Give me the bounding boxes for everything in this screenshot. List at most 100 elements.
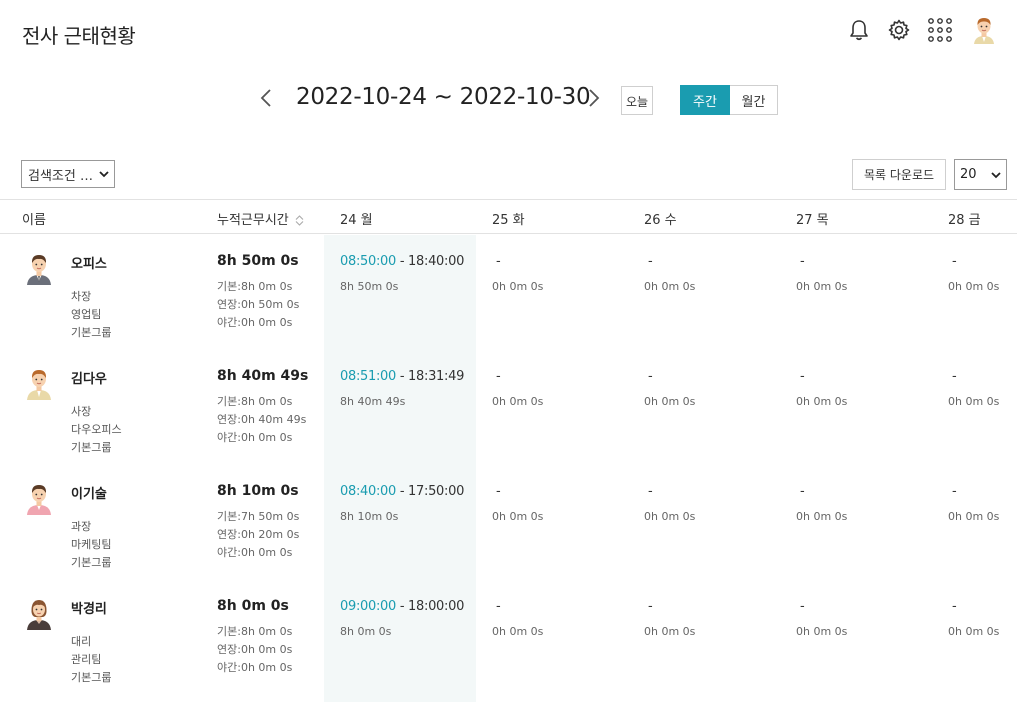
- clock-in-time: 08:51:00: [340, 369, 396, 384]
- employee-name: 김다우: [71, 372, 107, 387]
- day-duration: 0h 0m 0s: [796, 510, 848, 523]
- overtime: 연장:0h 0m 0s: [217, 643, 293, 656]
- column-header-total[interactable]: 누적근무시간: [217, 209, 304, 228]
- header-actions: [847, 14, 999, 46]
- clock-out-time: - 18:40:00: [396, 254, 465, 269]
- avatar: [22, 481, 56, 515]
- chevron-right-icon: [589, 89, 600, 107]
- overtime: 연장:0h 50m 0s: [217, 298, 300, 311]
- column-header-day: 25 화: [492, 213, 525, 228]
- page-title: 전사 근태현황: [22, 24, 136, 48]
- day-duration: 0h 0m 0s: [796, 395, 848, 408]
- total-work-time: 8h 0m 0s: [217, 598, 289, 614]
- day-time-range: 09:00:00 - 18:00:00: [340, 599, 464, 614]
- table-row[interactable]: 이기술 과장 마케팅팀 기본그룹 8h 10m 0s 기본:7h 50m 0s …: [0, 465, 1017, 580]
- employee-department: 관리팀: [71, 653, 102, 666]
- month-view-button[interactable]: 월간: [730, 85, 778, 115]
- list-download-button[interactable]: 목록 다운로드: [852, 159, 946, 190]
- day-duration: 0h 0m 0s: [644, 625, 696, 638]
- employee-department: 다우오피스: [71, 423, 122, 436]
- employee-name: 오피스: [71, 257, 107, 272]
- employee-title: 사장: [71, 405, 92, 418]
- column-header-day: 28 금: [948, 213, 981, 228]
- column-header-total-label: 누적근무시간: [217, 213, 289, 228]
- night-time: 야간:0h 0m 0s: [217, 661, 293, 674]
- day-duration: 0h 0m 0s: [948, 395, 1000, 408]
- day-duration: 0h 0m 0s: [796, 280, 848, 293]
- overtime: 연장:0h 40m 49s: [217, 413, 307, 426]
- employee-department: 마케팅팀: [71, 538, 112, 551]
- day-duration: 0h 0m 0s: [948, 280, 1000, 293]
- day-time-range: -: [648, 369, 653, 384]
- day-time-range: 08:51:00 - 18:31:49: [340, 369, 464, 384]
- night-time: 야간:0h 0m 0s: [217, 431, 293, 444]
- day-time-range: -: [952, 484, 957, 499]
- employee-name: 이기술: [71, 487, 107, 502]
- prev-week-button[interactable]: [256, 86, 276, 110]
- view-toggle: 주간 월간: [680, 85, 778, 115]
- total-work-time: 8h 40m 49s: [217, 368, 309, 384]
- search-condition-select[interactable]: 검색조건 …: [21, 160, 115, 188]
- chevron-down-icon: [991, 172, 1001, 179]
- clock-in-time: 09:00:00: [340, 599, 396, 614]
- day-time-range: -: [800, 484, 805, 499]
- table-row[interactable]: 박경리 대리 관리팀 기본그룹 8h 0m 0s 기본:8h 0m 0s 연장:…: [0, 580, 1017, 695]
- day-duration: 0h 0m 0s: [492, 395, 544, 408]
- table-row[interactable]: 김다우 사장 다우오피스 기본그룹 8h 40m 49s 기본:8h 0m 0s…: [0, 350, 1017, 465]
- day-duration: 0h 0m 0s: [492, 510, 544, 523]
- basic-time: 기본:8h 0m 0s: [217, 280, 293, 293]
- night-time: 야간:0h 0m 0s: [217, 546, 293, 559]
- clock-in-time: 08:50:00: [340, 254, 396, 269]
- chevron-left-icon: [260, 89, 271, 107]
- page-size-value: 20: [960, 167, 977, 182]
- search-condition-label: 검색조건 …: [28, 168, 93, 184]
- table-header: 이름 누적근무시간 24 월 25 화 26 수 27 목 28 금: [0, 199, 1017, 234]
- day-duration: 8h 10m 0s: [340, 510, 399, 523]
- day-duration: 8h 40m 49s: [340, 395, 406, 408]
- employee-group: 기본그룹: [71, 556, 112, 569]
- day-time-range: 08:40:00 - 17:50:00: [340, 484, 464, 499]
- chevron-down-icon: [99, 171, 109, 178]
- column-header-name: 이름: [22, 213, 46, 228]
- employee-department: 영업팀: [71, 308, 102, 321]
- day-duration: 8h 0m 0s: [340, 625, 392, 638]
- table-row[interactable]: 오피스 차장 영업팀 기본그룹 8h 50m 0s 기본:8h 0m 0s 연장…: [0, 235, 1017, 350]
- employee-title: 대리: [71, 635, 92, 648]
- day-time-range: -: [952, 599, 957, 614]
- employee-group: 기본그룹: [71, 671, 112, 684]
- day-time-range: -: [800, 599, 805, 614]
- date-navigation: 2022-10-24 ~ 2022-10-30: [0, 84, 1017, 116]
- basic-time: 기본:7h 50m 0s: [217, 510, 300, 523]
- day-time-range: -: [952, 369, 957, 384]
- column-header-day: 26 수: [644, 213, 677, 228]
- clock-out-time: - 17:50:00: [396, 484, 465, 499]
- week-view-button[interactable]: 주간: [680, 85, 730, 115]
- clock-out-time: - 18:31:49: [396, 369, 465, 384]
- apps-grid-icon[interactable]: [927, 14, 953, 46]
- day-time-range: -: [648, 599, 653, 614]
- clock-out-time: - 18:00:00: [396, 599, 465, 614]
- day-time-range: -: [648, 254, 653, 269]
- page-size-select[interactable]: 20: [954, 159, 1007, 190]
- employee-group: 기본그룹: [71, 441, 112, 454]
- total-work-time: 8h 50m 0s: [217, 253, 299, 269]
- gear-icon[interactable]: [887, 14, 911, 46]
- bell-icon[interactable]: [847, 14, 871, 46]
- overtime: 연장:0h 20m 0s: [217, 528, 300, 541]
- employee-title: 과장: [71, 520, 92, 533]
- avatar: [22, 366, 56, 400]
- total-work-time: 8h 10m 0s: [217, 483, 299, 499]
- day-time-range: -: [496, 484, 501, 499]
- day-time-range: -: [800, 369, 805, 384]
- basic-time: 기본:8h 0m 0s: [217, 395, 293, 408]
- day-time-range: -: [496, 254, 501, 269]
- avatar: [22, 596, 56, 630]
- next-week-button[interactable]: [584, 86, 604, 110]
- day-duration: 0h 0m 0s: [644, 280, 696, 293]
- today-button[interactable]: 오늘: [621, 86, 653, 115]
- avatar: [22, 251, 56, 285]
- day-time-range: -: [496, 599, 501, 614]
- user-avatar[interactable]: [969, 15, 999, 45]
- day-time-range: -: [800, 254, 805, 269]
- day-duration: 0h 0m 0s: [948, 625, 1000, 638]
